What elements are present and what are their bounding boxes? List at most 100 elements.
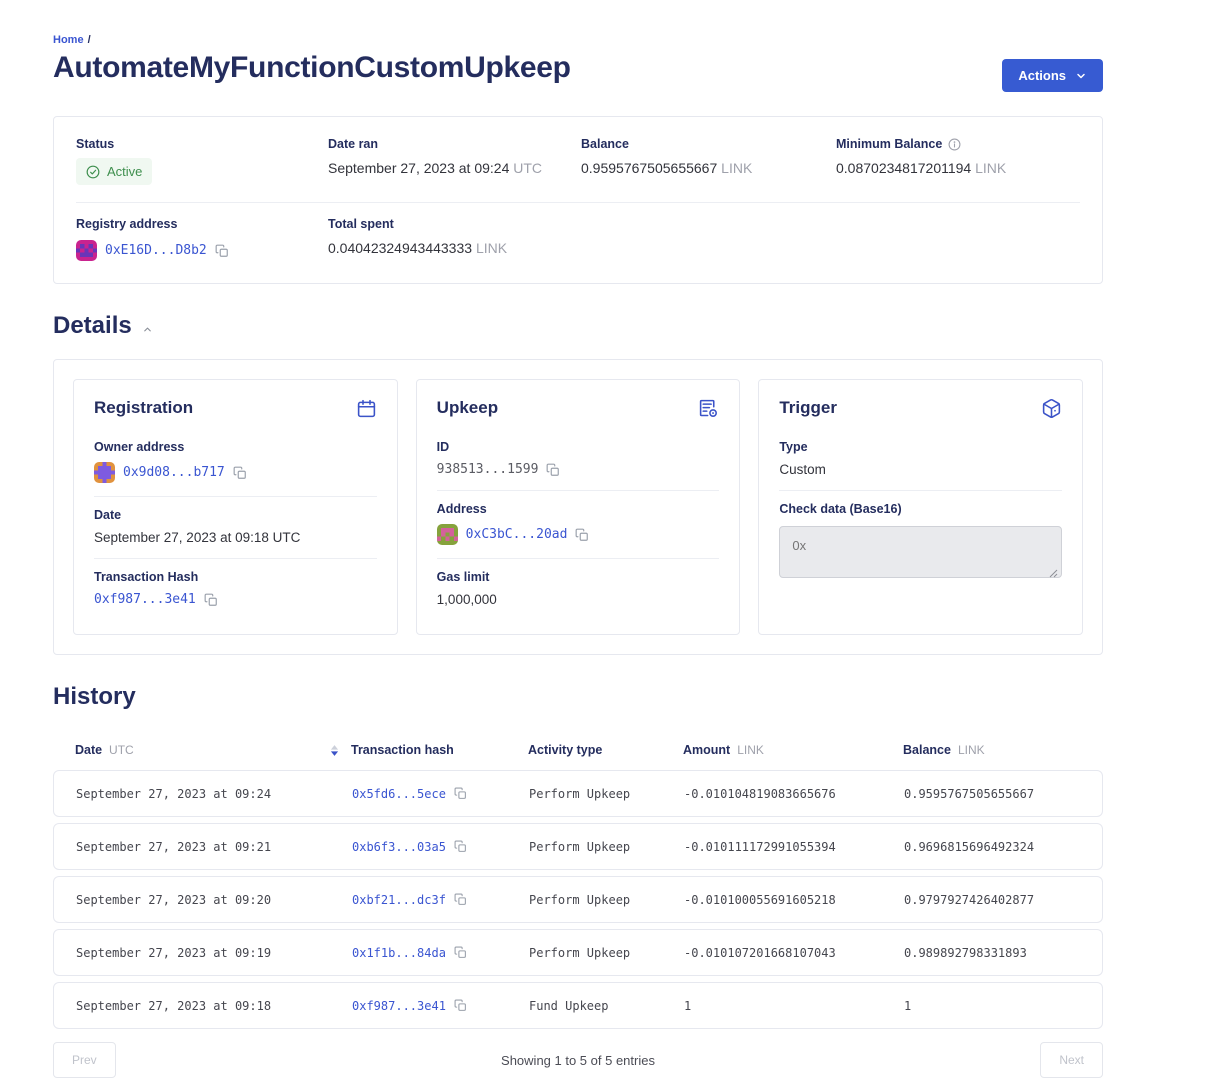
registry-address-link[interactable]: 0xE16D...D8b2 [105, 243, 207, 258]
row-activity: Perform Upkeep [529, 946, 684, 960]
row-date: September 27, 2023 at 09:20 [76, 893, 352, 907]
check-data-label: Check data (Base16) [779, 502, 1062, 516]
date-ran-field: Date ran September 27, 2023 at 09:24 UTC [328, 137, 581, 185]
transaction-hash-link[interactable]: 0xb6f3...03a5 [352, 840, 446, 854]
row-activity: Perform Upkeep [529, 840, 684, 854]
status-label: Status [76, 137, 328, 151]
actions-button-label: Actions [1018, 68, 1066, 83]
history-heading: History [53, 683, 1103, 711]
next-button[interactable]: Next [1040, 1042, 1103, 1078]
balance-label: Balance [581, 137, 836, 151]
column-header-date[interactable]: Date UTC [75, 743, 351, 757]
date-column-label: Date [75, 743, 102, 757]
pagination: Prev Showing 1 to 5 of 5 entries Next [53, 1042, 1103, 1078]
column-header-balance: BalanceLINK [903, 743, 1081, 757]
page-title: AutomateMyFunctionCustomUpkeep [53, 51, 571, 85]
registration-date-section: Date September 27, 2023 at 09:18 UTC [94, 496, 377, 558]
registry-address-field: Registry address 0xE16D...D8b2 [76, 217, 328, 261]
min-balance-field: Minimum Balance 0.0870234817201194 LINK [836, 137, 1080, 185]
summary-divider [76, 202, 1080, 203]
table-row: September 27, 2023 at 09:20 0xbf21...dc3… [53, 876, 1103, 923]
trigger-type-label: Type [779, 440, 1062, 454]
transaction-hash-link[interactable]: 0xf987...3e41 [352, 999, 446, 1013]
owner-address-section: Owner address 0x9d08...b717 [94, 429, 377, 496]
trigger-card: Trigger Type Custom Check data (Base16) [758, 379, 1083, 635]
total-spent-field: Total spent 0.04042324943443333 LINK [328, 217, 581, 261]
page-content: Home/ AutomateMyFunctionCustomUpkeep Act… [53, 0, 1103, 1078]
info-icon[interactable] [948, 138, 961, 151]
upkeep-title: Upkeep [437, 398, 498, 418]
row-date: September 27, 2023 at 09:21 [76, 840, 352, 854]
breadcrumb: Home/ [53, 34, 1103, 46]
upkeep-address-section: Address 0xC3bC...20ad [437, 490, 720, 558]
total-spent-label: Total spent [328, 217, 581, 231]
total-spent-value: 0.04042324943443333 [328, 240, 472, 256]
details-heading: Details [53, 312, 132, 340]
status-badge: Active [76, 158, 152, 185]
transaction-hash-link[interactable]: 0xbf21...dc3f [352, 893, 446, 907]
transaction-hash-link[interactable]: 0x5fd6...5ece [352, 787, 446, 801]
row-activity: Perform Upkeep [529, 893, 684, 907]
sort-icon[interactable] [330, 744, 339, 757]
upkeep-address-link[interactable]: 0xC3bC...20ad [466, 527, 568, 542]
owner-address-label: Owner address [94, 440, 377, 454]
amount-column-label: Amount [683, 743, 730, 757]
row-date: September 27, 2023 at 09:24 [76, 787, 352, 801]
date-column-unit: UTC [109, 743, 134, 757]
balance-unit: LINK [721, 160, 752, 176]
copy-icon[interactable] [233, 466, 247, 480]
balance-field: Balance 0.9595767505655667 LINK [581, 137, 836, 185]
copy-icon[interactable] [454, 893, 467, 906]
resize-grip-icon [1049, 569, 1058, 578]
chevron-down-icon [1075, 70, 1087, 82]
amount-column-unit: LINK [737, 743, 764, 757]
owner-identicon [94, 462, 115, 483]
row-amount: 1 [684, 999, 904, 1013]
actions-button[interactable]: Actions [1002, 59, 1103, 92]
min-balance-unit: LINK [975, 160, 1006, 176]
column-header-amount: Amount LINK [683, 743, 903, 757]
check-circle-icon [86, 165, 100, 179]
copy-icon[interactable] [546, 463, 560, 477]
registration-date-value: September 27, 2023 at 09:18 UTC [94, 530, 377, 545]
history-rows: September 27, 2023 at 09:24 0x5fd6...5ec… [53, 770, 1103, 1029]
table-row: September 27, 2023 at 09:21 0xb6f3...03a… [53, 823, 1103, 870]
cube-icon [1041, 398, 1062, 419]
tx-hash-column-label: Transaction hash [351, 743, 454, 757]
registration-tx-link[interactable]: 0xf987...3e41 [94, 592, 196, 607]
row-balance: 1 [904, 999, 1080, 1013]
row-balance: 0.9797927426402877 [904, 893, 1080, 907]
owner-address-link[interactable]: 0x9d08...b717 [123, 465, 225, 480]
balance-column-label: Balance [903, 743, 951, 757]
row-activity: Fund Upkeep [529, 999, 684, 1013]
copy-icon[interactable] [204, 593, 218, 607]
upkeep-id-section: ID 938513...1599 [437, 429, 720, 490]
copy-icon[interactable] [454, 999, 467, 1012]
date-ran-suffix: UTC [513, 160, 542, 176]
upkeep-address-label: Address [437, 502, 720, 516]
registration-card: Registration Owner address 0x9d08...b717 [73, 379, 398, 635]
row-balance: 0.9595767505655667 [904, 787, 1080, 801]
upkeep-card: Upkeep ID 938513...1599 Address [416, 379, 741, 635]
copy-icon[interactable] [215, 244, 229, 258]
copy-icon[interactable] [454, 946, 467, 959]
date-ran-label: Date ran [328, 137, 581, 151]
row-amount: -0.010111172991055394 [684, 840, 904, 854]
details-panel: Registration Owner address 0x9d08...b717 [53, 359, 1103, 655]
trigger-type-value: Custom [779, 462, 1062, 477]
breadcrumb-home-link[interactable]: Home [53, 34, 84, 46]
gas-limit-section: Gas limit 1,000,000 [437, 558, 720, 620]
balance-value: 0.9595767505655667 [581, 160, 717, 176]
date-ran-value: September 27, 2023 at 09:24 [328, 160, 509, 176]
copy-icon[interactable] [575, 528, 589, 542]
copy-icon[interactable] [454, 840, 467, 853]
check-data-input[interactable] [779, 526, 1062, 578]
row-balance: 0.989892798331893 [904, 946, 1080, 960]
collapse-caret-icon[interactable] [142, 324, 153, 335]
copy-icon[interactable] [454, 787, 467, 800]
prev-button[interactable]: Prev [53, 1042, 116, 1078]
table-row: September 27, 2023 at 09:18 0xf987...3e4… [53, 982, 1103, 1029]
registry-identicon [76, 240, 97, 261]
gas-limit-value: 1,000,000 [437, 592, 720, 607]
transaction-hash-link[interactable]: 0x1f1b...84da [352, 946, 446, 960]
